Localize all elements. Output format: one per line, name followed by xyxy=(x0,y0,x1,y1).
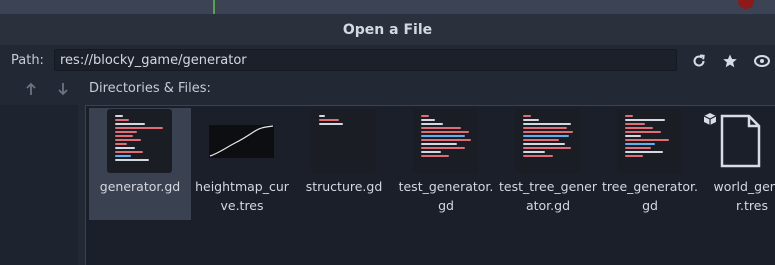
file-name: world_gener r.tres xyxy=(713,179,775,213)
file-name: tree_generator. gd xyxy=(602,179,698,213)
file-name: generator.gd xyxy=(99,179,181,194)
directories-files-label: Directories & Files: xyxy=(89,81,211,96)
file-grid[interactable]: generator.gd heightmap_cur ve.tres struc… xyxy=(85,105,775,265)
favorite-button[interactable] xyxy=(719,50,741,72)
move-down-button[interactable] xyxy=(53,79,73,99)
file-name: heightmap_cur ve.tres xyxy=(195,179,289,213)
background-editor-strip xyxy=(0,0,775,15)
file-name: structure.gd xyxy=(305,179,383,194)
script-thumbnail xyxy=(311,109,376,173)
background-node-shape xyxy=(738,0,754,9)
script-thumbnail xyxy=(617,109,682,173)
eye-icon xyxy=(754,55,770,67)
background-axis-line xyxy=(213,0,215,15)
file-item-structure-gd[interactable]: structure.gd xyxy=(293,108,395,220)
file-name: test_tree_gener ator.gd xyxy=(498,179,598,213)
file-item-generator-gd[interactable]: generator.gd xyxy=(89,108,191,220)
refresh-button[interactable] xyxy=(688,50,710,72)
file-name: test_generator. gd xyxy=(398,179,494,213)
file-item-tree-generator-gd[interactable]: tree_generator. gd xyxy=(599,108,701,220)
curve-thumbnail xyxy=(209,125,274,158)
file-item-test-tree-generator-gd[interactable]: test_tree_gener ator.gd xyxy=(497,108,599,220)
path-label: Path: xyxy=(11,53,44,68)
script-thumbnail xyxy=(515,109,580,173)
script-thumbnail xyxy=(413,109,478,173)
open-file-dialog: Path: res://blocky_game/generator Direct… xyxy=(0,45,775,265)
file-item-test-generator-gd[interactable]: test_generator. gd xyxy=(395,108,497,220)
file-icon xyxy=(720,114,761,168)
star-icon xyxy=(723,54,737,68)
dialog-title-bar[interactable]: Open a File xyxy=(0,15,775,45)
file-item-heightmap-curve[interactable]: heightmap_cur ve.tres xyxy=(191,108,293,220)
path-input[interactable]: res://blocky_game/generator xyxy=(54,49,677,71)
move-up-button[interactable] xyxy=(21,79,41,99)
favorites-panel[interactable] xyxy=(0,105,78,265)
dialog-title: Open a File xyxy=(342,22,433,38)
toggle-hidden-button[interactable] xyxy=(751,50,773,72)
arrow-up-icon xyxy=(26,82,36,95)
refresh-icon xyxy=(693,54,705,67)
file-item-world-generator-tres[interactable]: world_gener r.tres xyxy=(701,108,775,220)
arrow-down-icon xyxy=(58,83,68,96)
script-thumbnail xyxy=(107,109,172,173)
panel-splitter[interactable] xyxy=(78,105,84,265)
